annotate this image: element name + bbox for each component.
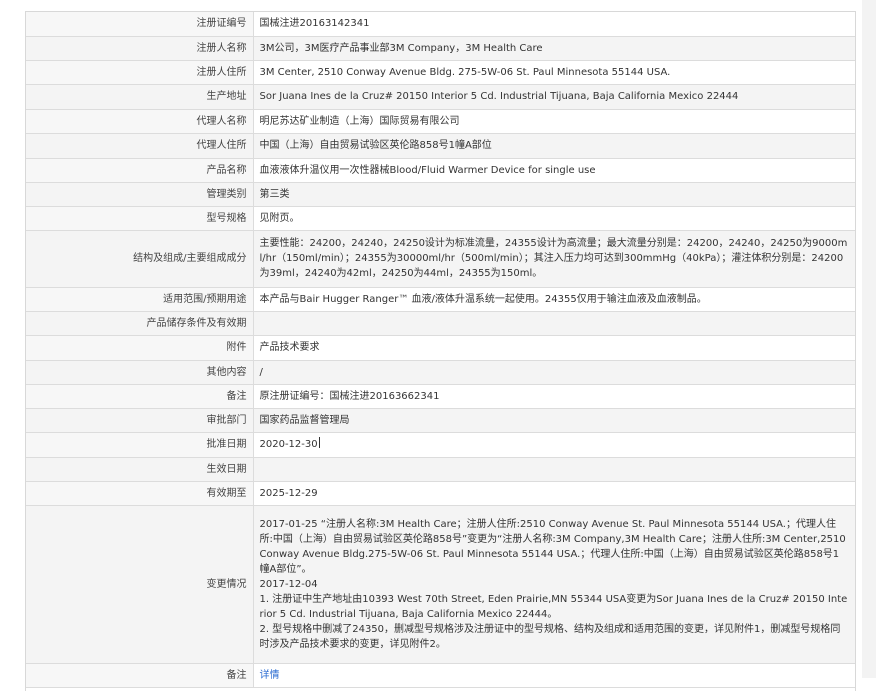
row-approval-department: 审批部门 国家药品监督管理局 — [26, 408, 855, 433]
row-change-history: 变更情况 2017-01-25 “注册人名称:3M Health Care；注册… — [26, 505, 855, 664]
change-entry: 1. 注册证中生产地址由10393 West 70th Street, Eden… — [259, 593, 848, 620]
field-value: 明尼苏达矿业制造（上海）国际贸易有限公司 — [253, 109, 855, 134]
field-value: 3M Center, 2510 Conway Avenue Bldg. 275-… — [253, 60, 855, 85]
field-value: 2025-12-29 — [253, 481, 855, 506]
field-value: 本产品与Bair Hugger Ranger™ 血液/液体升温系统一起使用。24… — [253, 287, 855, 312]
row-model-spec: 型号规格 见附页。 — [26, 206, 855, 231]
change-entry: 2. 型号规格中删减了24350，删减型号规格涉及注册证中的型号规格、结构及组成… — [259, 623, 841, 650]
row-intended-use: 适用范围/预期用途 本产品与Bair Hugger Ranger™ 血液/液体升… — [26, 287, 855, 312]
row-management-category: 管理类别 第三类 — [26, 182, 855, 207]
row-detail: 备注 详情 — [26, 663, 855, 688]
field-value: 血液液体升温仪用一次性器械Blood/Fluid Warmer Device f… — [253, 158, 855, 183]
field-value: 见附页。 — [253, 206, 855, 231]
field-value-cell: 2020-12-30 — [253, 432, 855, 458]
detail-link[interactable]: 详情 — [260, 670, 280, 681]
field-label: 代理人名称 — [26, 109, 254, 134]
field-value: 产品技术要求 — [253, 335, 855, 361]
row-registrant-address: 注册人住所 3M Center, 2510 Conway Avenue Bldg… — [26, 60, 855, 85]
field-label: 批准日期 — [26, 432, 254, 458]
field-label: 审批部门 — [26, 408, 254, 433]
registration-detail-panel: 注册证编号 国械注进20163142341 注册人名称 3M公司，3M医疗产品事… — [25, 11, 856, 691]
field-label: 注册人名称 — [26, 36, 254, 61]
field-label: 注册证编号 — [26, 12, 254, 37]
row-registrant-name: 注册人名称 3M公司，3M医疗产品事业部3M Company，3M Health… — [26, 36, 855, 61]
row-effective-date: 生效日期 — [26, 457, 855, 482]
row-storage-conditions: 产品储存条件及有效期 — [26, 311, 855, 336]
field-label: 其他内容 — [26, 360, 254, 385]
field-label: 结构及组成/主要组成成分 — [26, 230, 254, 288]
field-value: 中国（上海）自由贸易试验区英伦路858号1幢A部位 — [253, 133, 855, 159]
field-label: 备注 — [26, 663, 254, 688]
row-attachment: 附件 产品技术要求 — [26, 335, 855, 361]
row-structure-composition: 结构及组成/主要组成成分 主要性能：24200，24240，24250设计为标准… — [26, 230, 855, 288]
field-label: 型号规格 — [26, 206, 254, 231]
field-value — [253, 311, 855, 336]
field-label: 生效日期 — [26, 457, 254, 482]
change-entry: 2017-12-04 — [259, 578, 318, 590]
row-agent-name: 代理人名称 明尼苏达矿业制造（上海）国际贸易有限公司 — [26, 109, 855, 134]
field-value: 原注册证编号：国械注进20163662341 — [253, 384, 855, 409]
row-registration-number: 注册证编号 国械注进20163142341 — [26, 12, 855, 37]
registration-table: 注册证编号 国械注进20163142341 注册人名称 3M公司，3M医疗产品事… — [26, 12, 855, 688]
field-value: Sor Juana Ines de la Cruz# 20150 Interio… — [253, 84, 855, 110]
field-value: 第三类 — [253, 182, 855, 207]
field-value: / — [253, 360, 855, 385]
row-product-name: 产品名称 血液液体升温仪用一次性器械Blood/Fluid Warmer Dev… — [26, 158, 855, 183]
row-valid-until: 有效期至 2025-12-29 — [26, 481, 855, 506]
change-entry: 2017-01-25 “注册人名称:3M Health Care；注册人住所:2… — [259, 518, 846, 575]
field-label: 适用范围/预期用途 — [26, 287, 254, 312]
field-label: 有效期至 — [26, 481, 254, 506]
field-value: 2020-12-30 — [259, 439, 318, 450]
field-label: 附件 — [26, 335, 254, 361]
scrollbar-track[interactable] — [862, 0, 876, 678]
row-production-address: 生产地址 Sor Juana Ines de la Cruz# 20150 In… — [26, 84, 855, 110]
field-label: 产品储存条件及有效期 — [26, 311, 254, 336]
field-label: 变更情况 — [26, 505, 254, 664]
field-label: 注册人住所 — [26, 60, 254, 85]
field-label: 生产地址 — [26, 84, 254, 110]
field-value — [253, 457, 855, 482]
row-approval-date: 批准日期 2020-12-30 — [26, 432, 855, 458]
field-value-cell: 详情 — [253, 663, 855, 688]
row-agent-address: 代理人住所 中国（上海）自由贸易试验区英伦路858号1幢A部位 — [26, 133, 855, 159]
field-label: 产品名称 — [26, 158, 254, 183]
field-label: 代理人住所 — [26, 133, 254, 159]
field-value: 国家药品监督管理局 — [253, 408, 855, 433]
field-value: 3M公司，3M医疗产品事业部3M Company，3M Health Care — [253, 36, 855, 61]
field-label: 备注 — [26, 384, 254, 409]
row-remarks: 备注 原注册证编号：国械注进20163662341 — [26, 384, 855, 409]
text-cursor — [318, 437, 320, 448]
field-value: 主要性能：24200，24240，24250设计为标准流量，24355设计为高流… — [253, 230, 855, 288]
change-history-content: 2017-01-25 “注册人名称:3M Health Care；注册人住所:2… — [253, 505, 855, 664]
field-label: 管理类别 — [26, 182, 254, 207]
row-other-content: 其他内容 / — [26, 360, 855, 385]
field-value: 国械注进20163142341 — [253, 12, 855, 37]
